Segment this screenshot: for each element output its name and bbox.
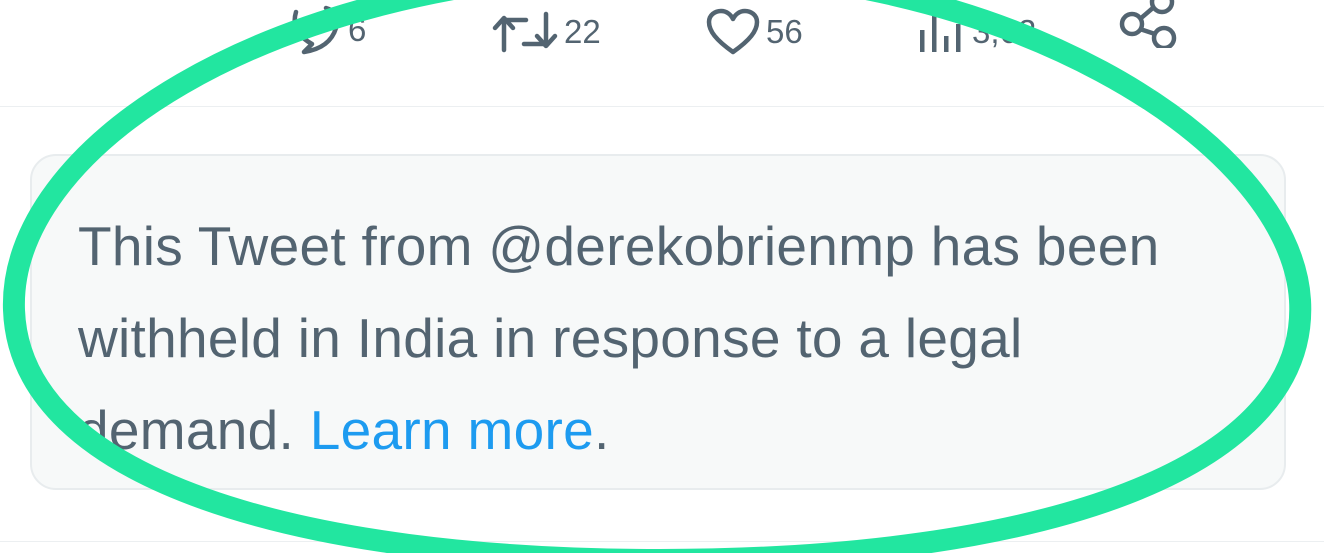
retweet-count: 22 <box>564 13 601 50</box>
share-icon <box>1118 0 1180 48</box>
tweet-action-bar: 6 22 56 3,62 <box>0 0 1324 70</box>
bottom-divider <box>0 541 1324 542</box>
reply-button[interactable]: 6 <box>286 2 366 58</box>
notice-trailing-period: . <box>594 399 610 461</box>
learn-more-link[interactable]: Learn more <box>310 399 594 461</box>
views-count: 3,62 <box>972 13 1037 50</box>
withheld-message: This Tweet from @derekobrienmp has been … <box>78 215 1160 461</box>
tweet-detail-crop: 6 22 56 3,62 This Tweet from @derekobrie… <box>0 0 1324 553</box>
views-button[interactable]: 3,62 <box>914 4 1036 60</box>
retweet-arrows-icon <box>492 10 558 54</box>
reply-count: 6 <box>348 11 367 48</box>
withheld-notice-box: This Tweet from @derekobrienmp has been … <box>30 154 1286 490</box>
share-button[interactable] <box>1118 0 1180 48</box>
like-button[interactable]: 56 <box>706 4 803 60</box>
like-count: 56 <box>766 13 803 50</box>
heart-icon <box>706 8 760 56</box>
action-bar-divider <box>0 106 1324 107</box>
retweet-button[interactable]: 22 <box>492 4 601 60</box>
speech-bubble-icon <box>286 4 342 56</box>
withheld-notice-text: This Tweet from @derekobrienmp has been … <box>78 200 1238 476</box>
bar-chart-icon <box>914 10 966 54</box>
